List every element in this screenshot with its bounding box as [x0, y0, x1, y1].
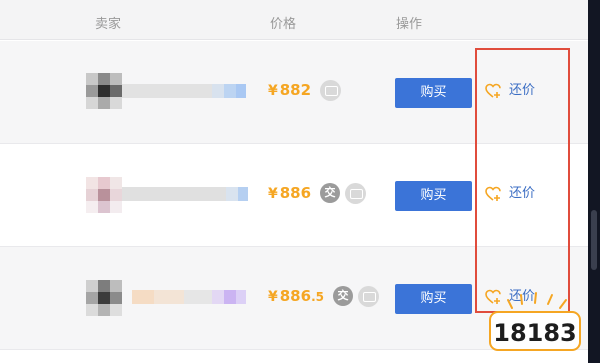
seller-avatar: [86, 177, 122, 213]
header-actions: 操作: [396, 17, 423, 32]
price-value: 886: [279, 287, 312, 305]
heart-plus-icon: [485, 83, 501, 98]
bargain-button[interactable]: 还价: [484, 81, 535, 101]
seller-avatar: [86, 280, 122, 316]
seller-name-blurred: [122, 84, 262, 98]
scrollbar-thumb[interactable]: [591, 210, 597, 270]
buy-button[interactable]: 购买: [395, 284, 472, 314]
price-decimal: .5: [311, 290, 324, 304]
seller-name-blurred: [122, 187, 262, 201]
table-row: ¥886 交 购买 还价: [0, 144, 588, 247]
card-icon: [345, 183, 366, 204]
price-symbol: ¥: [268, 83, 278, 99]
bargain-label: 还价: [509, 186, 536, 201]
heart-plus-icon: [485, 186, 501, 201]
trade-badge: 交: [333, 286, 353, 306]
header-price: 价格: [270, 17, 297, 32]
price-value: 882: [279, 81, 312, 99]
price: ¥886: [268, 184, 311, 203]
bargain-button[interactable]: 还价: [484, 184, 535, 204]
card-icon: [320, 80, 341, 101]
seller-name-blurred: [122, 290, 262, 304]
price-symbol: ¥: [268, 289, 278, 305]
card-icon: [358, 286, 379, 307]
watermark-text: 18183: [493, 319, 577, 347]
price: ¥886.5: [268, 287, 324, 306]
trade-badge: 交: [320, 183, 340, 203]
price: ¥882: [268, 81, 311, 100]
bargain-label: 还价: [509, 83, 536, 98]
buy-button[interactable]: 购买: [395, 78, 472, 108]
price-value: 886: [279, 184, 312, 202]
watermark-logo: 18183: [489, 292, 581, 351]
buy-button[interactable]: 购买: [395, 181, 472, 211]
seller-avatar: [86, 73, 122, 109]
header-seller: 卖家: [95, 17, 122, 32]
table-row: ¥882 购买 还价: [0, 41, 588, 144]
price-symbol: ¥: [268, 186, 278, 202]
table-header: 卖家 价格 操作: [0, 0, 588, 40]
